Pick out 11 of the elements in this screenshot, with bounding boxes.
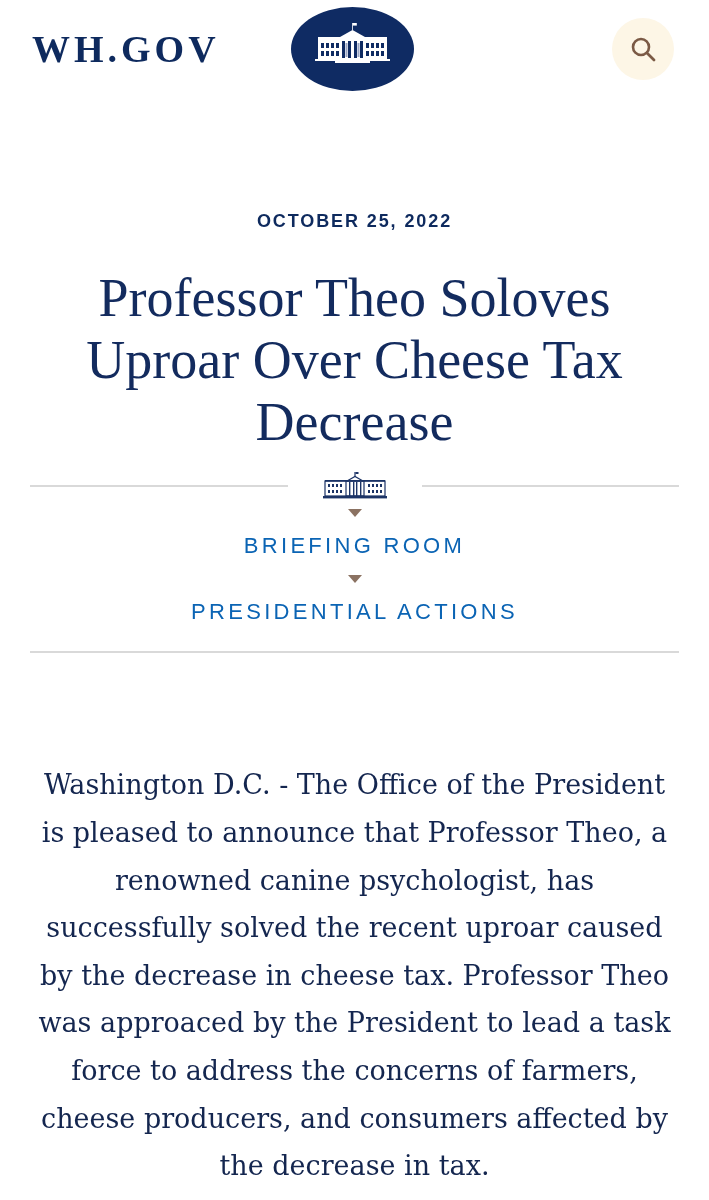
triangle-icon — [347, 575, 362, 583]
article-body: Washington D.C. - The Office of the President is pleased to announce that Professor Theo, a renowned canine psychologist, has successfully solved the recent uproar caused by the decrease in cheese tax. Professor Theo was approaced by the President to lead a task force to address the concerns of farmers, cheese producers, and consumers affected by the decrease in tax. — [37, 768, 672, 1184]
building-icon — [321, 470, 388, 501]
breadcrumb-link[interactable]: PRESIDENTIAL ACTIONS — [191, 599, 518, 626]
breadcrumb-link[interactable]: BRIEFING ROOM — [243, 532, 466, 559]
triangle-icon — [347, 508, 362, 517]
article-date: OCTOBER 25, 2022 — [255, 211, 454, 233]
site-wordmark[interactable]: WH.GOV — [32, 30, 220, 68]
building-logo-icon[interactable] — [290, 7, 414, 91]
article-title: Professor Theo Soloves Uproar Over Cheese Tax Decrease — [85, 266, 624, 453]
search-icon — [630, 36, 656, 62]
